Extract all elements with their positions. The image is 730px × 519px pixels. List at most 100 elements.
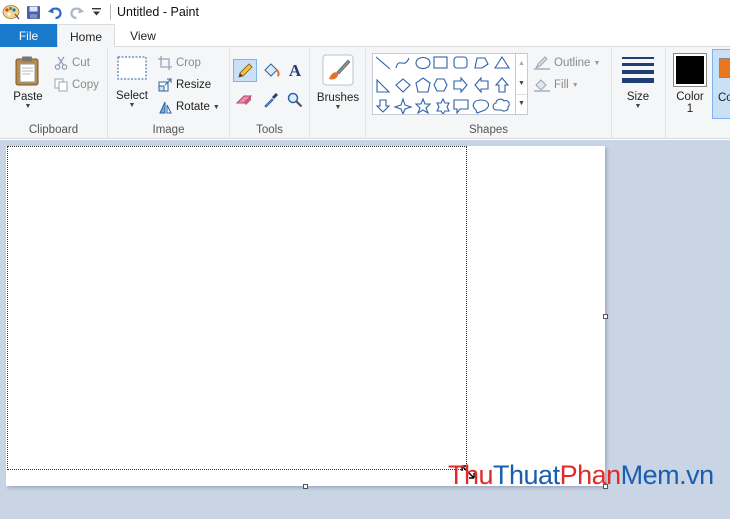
outline-label: Outline <box>554 57 591 69</box>
shapes-gallery[interactable] <box>372 53 516 116</box>
color1-number: 1 <box>686 103 694 115</box>
scroll-up-icon[interactable]: ▲ <box>516 54 527 74</box>
ribbon-tabs: File Home View <box>0 24 730 48</box>
pencil-tool-button[interactable] <box>233 59 257 82</box>
image-group: Select ▼ Crop Resize Rotate ▼ Image <box>108 47 230 139</box>
color-picker-tool-button[interactable] <box>259 88 283 111</box>
size-button[interactable]: Size ▼ <box>618 55 658 121</box>
chevron-down-icon: ▼ <box>593 59 601 67</box>
title-bar: Untitled - Paint <box>0 0 730 24</box>
rotate-button[interactable]: Rotate ▼ <box>158 99 220 115</box>
cloud-callout-shape-icon <box>492 98 510 112</box>
watermark-part1: Thu <box>448 460 494 490</box>
rectangle-shape-icon <box>433 56 448 69</box>
rotate-icon <box>159 101 172 114</box>
watermark-part2: Thuat <box>493 460 560 490</box>
paste-button[interactable]: Paste ▼ <box>8 53 48 119</box>
fill-tool-button[interactable] <box>259 59 283 82</box>
diamond-shape-icon <box>395 78 411 93</box>
scroll-down-icon[interactable]: ▼ <box>516 74 527 94</box>
cut-button[interactable]: Cut <box>54 55 90 71</box>
size-group: Size ▼ <box>612 47 666 139</box>
toolbar-separator <box>110 4 111 20</box>
rounded-rectangle-shape-icon <box>453 56 468 69</box>
magnifier-tool-button[interactable] <box>283 88 307 111</box>
clipboard-group-label: Clipboard <box>28 124 79 136</box>
watermark-part4: Mem <box>620 460 680 490</box>
oval-callout-shape-icon <box>472 99 490 114</box>
triangle-shape-icon <box>493 55 511 69</box>
window-title: Untitled - Paint <box>117 5 199 19</box>
brushes-group: Brushes ▼ <box>310 47 366 139</box>
shapes-group: ▲ ▼ ▼ Outline ▼ Fill ▼ Shapes <box>366 47 612 139</box>
left-arrow-shape-icon <box>474 76 489 94</box>
copy-label: Copy <box>72 79 99 91</box>
watermark-part3: Phan <box>559 460 622 490</box>
crop-label: Crop <box>176 57 201 69</box>
colors-group: Color 1 Co <box>666 47 730 139</box>
brushes-button[interactable]: Brushes ▼ <box>314 53 362 119</box>
color1-label: Color <box>676 91 704 103</box>
pencil-icon <box>238 62 253 78</box>
scissors-icon <box>54 56 68 70</box>
fill-button[interactable]: Fill ▼ <box>534 77 579 93</box>
curve-shape-icon <box>395 57 410 69</box>
eraser-tool-button[interactable] <box>233 88 257 111</box>
color2-button[interactable]: Co <box>712 49 730 119</box>
magnifier-icon <box>287 92 303 107</box>
watermark-logo: ThuThuatPhanMem.vn <box>448 460 714 491</box>
selection-rectangle[interactable] <box>7 146 467 470</box>
rectangle-callout-shape-icon <box>453 99 469 115</box>
crop-icon <box>158 56 172 70</box>
six-point-star-shape-icon <box>436 97 450 115</box>
hexagon-shape-icon <box>433 78 448 92</box>
copy-icon <box>54 78 68 92</box>
chevron-down-icon: ▼ <box>24 103 32 110</box>
canvas-resize-handle-right[interactable] <box>603 314 608 319</box>
outline-icon <box>534 56 550 70</box>
customize-toolbar-icon[interactable] <box>88 0 104 24</box>
eraser-icon <box>236 95 253 105</box>
fill-label: Fill <box>554 79 569 91</box>
tab-file[interactable]: File <box>0 24 57 47</box>
save-icon[interactable] <box>22 0 44 24</box>
tab-view[interactable]: View <box>115 24 171 47</box>
canvas-resize-handle-bottom[interactable] <box>303 484 308 489</box>
paste-icon <box>15 56 39 86</box>
shapes-group-label: Shapes <box>468 124 508 136</box>
down-arrow-shape-icon <box>375 99 391 113</box>
image-group-label: Image <box>152 124 185 136</box>
color1-swatch <box>676 56 704 84</box>
chevron-down-icon: ▼ <box>634 103 642 110</box>
undo-icon[interactable] <box>44 0 66 24</box>
up-arrow-shape-icon <box>494 77 510 93</box>
chevron-down-icon: ▼ <box>212 103 220 111</box>
four-point-star-shape-icon <box>393 97 413 116</box>
quick-access-toolbar <box>0 0 117 24</box>
tab-home[interactable]: Home <box>57 24 115 48</box>
shapes-scrollbar[interactable]: ▲ ▼ ▼ <box>516 53 528 115</box>
select-button[interactable]: Select ▼ <box>114 55 150 121</box>
paste-label: Paste <box>13 91 43 103</box>
line-size-icon <box>622 57 654 83</box>
right-arrow-shape-icon <box>453 76 468 94</box>
eyedropper-icon <box>264 92 278 108</box>
chevron-down-icon: ▼ <box>128 102 136 109</box>
resize-button[interactable]: Resize <box>158 77 211 93</box>
color2-label: Co <box>718 92 730 104</box>
watermark-part5: .vn <box>679 460 714 490</box>
copy-button[interactable]: Copy <box>54 77 99 93</box>
select-label: Select <box>116 90 148 102</box>
paint-app-icon[interactable] <box>0 0 22 24</box>
gallery-expand-icon[interactable]: ▼ <box>516 94 527 114</box>
color2-swatch <box>719 58 730 78</box>
fill-icon <box>534 79 550 92</box>
oval-shape-icon <box>415 56 431 70</box>
outline-button[interactable]: Outline ▼ <box>534 55 600 71</box>
color1-button[interactable]: Color 1 <box>672 53 708 119</box>
crop-button[interactable]: Crop <box>158 55 201 71</box>
redo-icon[interactable] <box>66 0 88 24</box>
pentagon-shape-icon <box>415 77 431 93</box>
ribbon: Paste ▼ Cut Copy Clipboard Select ▼ Crop… <box>0 47 730 139</box>
text-tool-button[interactable]: A <box>283 59 307 82</box>
